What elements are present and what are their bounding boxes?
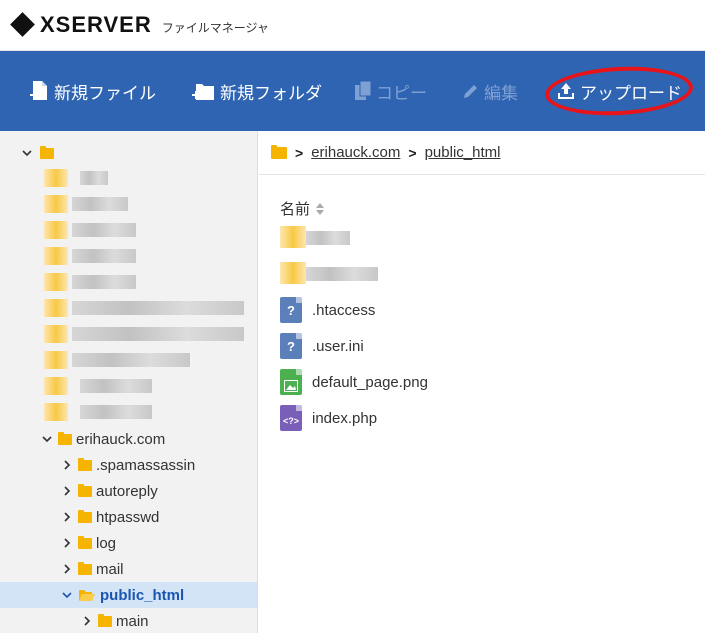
tree-item-label: log [96,534,117,552]
tree-item-autoreply[interactable]: autoreply [0,478,257,504]
breadcrumb-separator: > [408,144,417,161]
breadcrumb-current-link[interactable]: public_html [425,144,501,161]
tree-item-label: main [116,612,149,630]
edit-button[interactable]: 編集 [462,51,518,131]
upload-label: アップロード [580,83,682,103]
file-name: .user.ini [312,337,364,355]
tree-root[interactable] [0,140,257,166]
image-file-icon [280,369,302,395]
folder-icon [40,145,54,159]
copy-icon [355,81,372,100]
tree-item-label: mail [96,560,124,578]
folder-icon[interactable] [271,144,287,159]
new-folder-label: 新規フォルダ [220,83,322,103]
new-file-icon [30,81,47,100]
tree-item-domain[interactable]: erihauck.com [0,426,257,452]
file-row[interactable]: <?> index.php [280,404,377,432]
unknown-file-icon: ? [280,333,302,359]
tree-item-mail[interactable]: mail [0,556,257,582]
file-row[interactable]: ? .htaccess [280,296,375,324]
chevron-down-icon [42,436,52,443]
app-subtitle: ファイルマネージャ [161,20,269,35]
new-folder-button[interactable]: 新規フォルダ [192,51,322,131]
edit-label: 編集 [484,83,518,103]
toolbar: 新規ファイル 新規フォルダ コピー 編集 アップロード [0,51,705,131]
unknown-file-icon: ? [280,297,302,323]
upload-button[interactable]: アップロード [556,51,682,131]
file-row[interactable]: default_page.png [280,368,428,396]
upload-icon [558,83,574,99]
tree-item-main[interactable]: main [0,608,257,633]
folder-open-icon [79,590,95,601]
tree-item-log[interactable]: log [0,530,257,556]
breadcrumb: > erihauck.com > public_html [259,131,705,175]
file-row[interactable]: ? .user.ini [280,332,364,360]
tree-item-spamassassin[interactable]: .spamassassin [0,452,257,478]
file-name: default_page.png [312,373,428,391]
folder-icon [78,457,92,471]
tree-item-label: erihauck.com [76,430,166,448]
file-name: .htaccess [312,301,376,319]
tree-item-label: .spamassassin [96,456,196,474]
chevron-right-icon [84,616,91,626]
folder-icon [78,535,92,549]
copy-button[interactable]: コピー [354,51,427,131]
chevron-right-icon [64,512,71,522]
folder-icon [78,509,92,523]
breadcrumb-separator: > [295,144,304,161]
chevron-right-icon [64,460,71,470]
chevron-right-icon [64,564,71,574]
php-file-icon: <?> [280,405,302,431]
xserver-logo[interactable]: XSERVER ファイルマネージャ [10,12,269,38]
tree-item-public-html[interactable]: public_html [0,582,257,608]
folder-icon [98,613,112,627]
tree-item-label: htpasswd [96,508,160,526]
tree-item-label: autoreply [96,482,158,500]
new-file-button[interactable]: 新規ファイル [30,51,156,131]
folder-tree: erihauck.com .spamassassin autoreply htp… [0,131,258,633]
app-header: XSERVER ファイルマネージャ [0,0,705,51]
chevron-right-icon [64,486,71,496]
sort-icon [316,202,325,215]
folder-icon [78,561,92,575]
breadcrumb-domain-link[interactable]: erihauck.com [311,144,400,161]
copy-label: コピー [376,83,427,103]
xserver-logo-icon [10,12,35,37]
tree-item-label: public_html [100,586,185,604]
folder-icon [78,483,92,497]
name-column-header[interactable]: 名前 [280,198,325,219]
tree-item-htpasswd[interactable]: htpasswd [0,504,257,530]
new-file-label: 新規ファイル [54,83,156,103]
folder-icon [58,431,72,445]
file-name: index.php [312,409,378,427]
column-label: 名前 [280,201,311,218]
new-folder-icon [192,84,214,100]
pencil-icon [464,85,477,98]
chevron-down-icon [62,592,72,599]
chevron-right-icon [64,538,71,548]
brand-name: XSERVER [40,12,152,37]
chevron-down-icon [22,150,32,157]
